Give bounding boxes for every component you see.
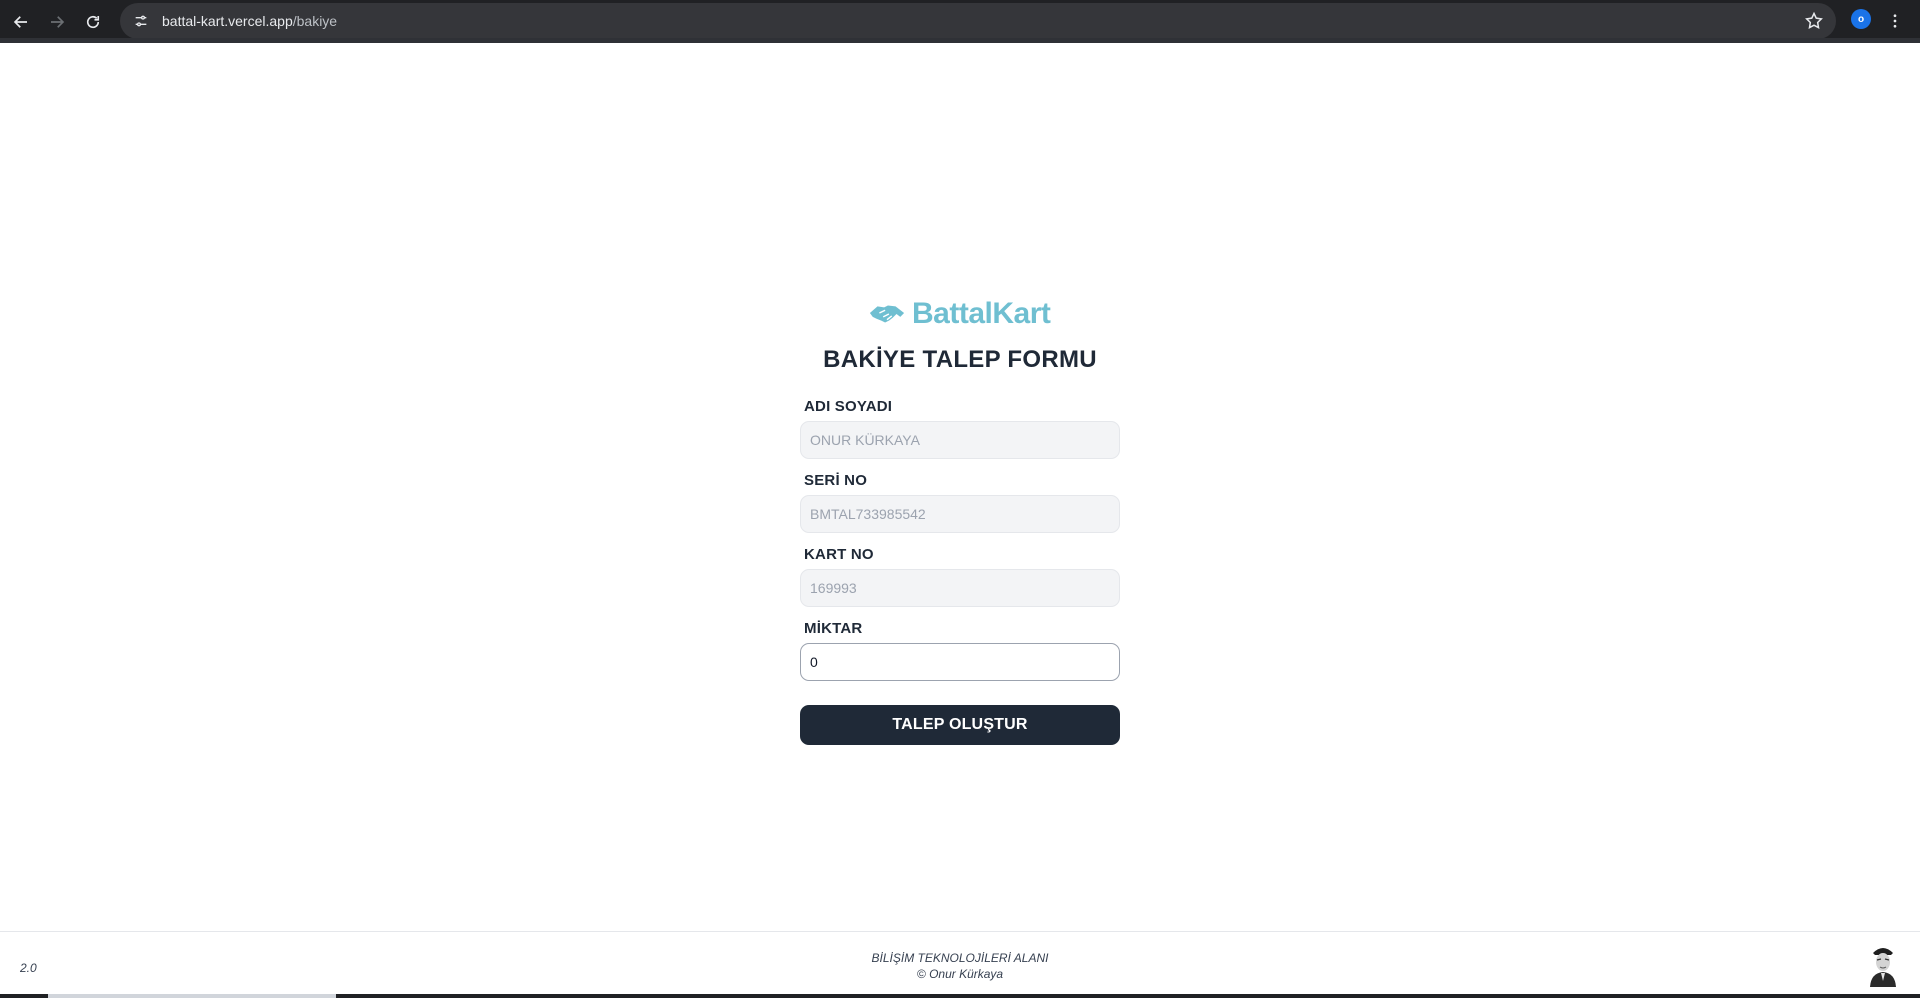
- create-request-button[interactable]: TALEP OLUŞTUR: [800, 705, 1120, 745]
- serial-field[interactable]: [800, 495, 1120, 533]
- department-text: BİLİŞİM TEKNOLOJİLERİ ALANI: [871, 951, 1049, 965]
- footer-credits: BİLİŞİM TEKNOLOJİLERİ ALANI © Onur Kürka…: [760, 950, 1160, 982]
- back-button[interactable]: [6, 7, 36, 37]
- brand-logo: BattalKart: [868, 294, 1051, 334]
- card-number-field[interactable]: [800, 569, 1120, 607]
- form-title: BAKİYE TALEP FORMU: [823, 346, 1097, 373]
- card-number-label: KART NO: [804, 546, 874, 563]
- profile-avatar[interactable]: o: [1851, 9, 1871, 29]
- horizontal-scrollbar-thumb[interactable]: [48, 994, 336, 998]
- forward-button[interactable]: [42, 7, 72, 37]
- arrow-right-icon: [51, 15, 65, 28]
- star-icon[interactable]: [1804, 11, 1824, 31]
- reload-button[interactable]: [78, 7, 108, 37]
- reload-icon: [86, 15, 100, 28]
- url-path: /bakiye: [292, 13, 338, 29]
- name-label: ADI SOYADI: [804, 398, 893, 415]
- name-field[interactable]: [800, 421, 1120, 459]
- amount-label: MİKTAR: [804, 620, 863, 637]
- version-label: 2.0: [20, 961, 37, 975]
- tune-icon[interactable]: [132, 12, 150, 30]
- serial-label: SERİ NO: [804, 472, 868, 489]
- brand-name: BattalKart: [912, 297, 1051, 330]
- toolbar-divider: [0, 38, 1920, 43]
- url-text[interactable]: battal-kart.vercel.app/bakiye: [162, 13, 337, 29]
- copyright-text: © Onur Kürkaya: [916, 967, 1004, 981]
- amount-field[interactable]: [800, 643, 1120, 681]
- kebab-menu-icon[interactable]: [1885, 9, 1905, 33]
- handshake-icon: [869, 305, 905, 323]
- address-bar[interactable]: battal-kart.vercel.app/bakiye: [120, 3, 1836, 39]
- browser-toolbar: battal-kart.vercel.app/bakiye o: [0, 0, 1920, 43]
- page-footer: 2.0 BİLİŞİM TEKNOLOJİLERİ ALANI © Onur K…: [0, 931, 1920, 998]
- arrow-left-icon: [13, 15, 27, 28]
- url-host: battal-kart.vercel.app: [162, 13, 293, 29]
- portrait-icon: [1870, 948, 1896, 987]
